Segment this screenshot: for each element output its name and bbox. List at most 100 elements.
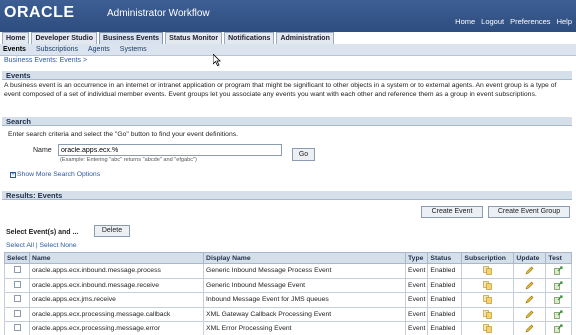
update-cell [513, 292, 547, 308]
event-name-cell[interactable]: oracle.apps.ecx.jms.receive [29, 292, 205, 308]
app-header: ORACLE Administrator Workflow Home Logou… [0, 0, 576, 32]
update-pencil-icon[interactable] [525, 295, 534, 304]
global-links: Home Logout Preferences Help [455, 17, 572, 26]
event-name-cell[interactable]: oracle.apps.ecx.processing.message.error [29, 321, 205, 335]
table-row: oracle.apps.ecx.inbound.message.process G… [3, 263, 572, 279]
home-link[interactable]: Home [455, 17, 475, 26]
mouse-cursor-icon [213, 54, 221, 66]
expand-plus-icon: + [10, 171, 16, 178]
search-section-header: Search [2, 117, 572, 126]
event-status-cell: Enabled [427, 292, 463, 308]
event-name-cell[interactable]: oracle.apps.ecx.inbound.message.process [29, 263, 205, 279]
row-select-cell [3, 321, 31, 335]
tab-administration[interactable]: Administration [276, 32, 334, 44]
column-header-type[interactable]: Type [405, 252, 429, 264]
test-event-icon[interactable] [554, 281, 563, 290]
table-row: oracle.apps.ecx.processing.message.error… [3, 321, 572, 335]
create-event-group-button[interactable]: Create Event Group [488, 206, 570, 218]
main-tabs: Home Developer Studio Business Events St… [0, 32, 576, 44]
oracle-logo: ORACLE [4, 4, 75, 21]
subtab-subscriptions[interactable]: Subscriptions [36, 46, 78, 53]
row-checkbox[interactable] [13, 266, 21, 274]
update-pencil-icon[interactable] [525, 324, 534, 333]
update-pencil-icon[interactable] [525, 266, 534, 275]
tab-notifications[interactable]: Notifications [224, 32, 275, 44]
subtab-events[interactable]: Events [3, 46, 26, 53]
subtab-agents[interactable]: Agents [88, 46, 110, 53]
subscription-icon[interactable] [483, 280, 493, 290]
create-event-button[interactable]: Create Event [421, 206, 483, 218]
event-name-cell[interactable]: oracle.apps.ecx.processing.message.callb… [29, 306, 205, 322]
subscription-icon[interactable] [483, 295, 493, 305]
event-display-name-cell: Inbound Message Event for JMS queues [203, 292, 407, 308]
event-status-cell: Enabled [427, 277, 463, 293]
sub-tabs: Events Subscriptions Agents Systems [0, 44, 576, 56]
subscription-icon[interactable] [483, 309, 493, 319]
events-section-header: Events [2, 71, 572, 80]
row-select-cell [3, 292, 31, 308]
update-cell [513, 263, 547, 279]
event-type-cell: Event [405, 263, 429, 279]
tab-home[interactable]: Home [2, 32, 30, 44]
row-checkbox[interactable] [13, 295, 21, 303]
event-display-name-cell: Generic Inbound Message Event [203, 277, 407, 293]
test-event-icon[interactable] [554, 324, 563, 334]
logout-link[interactable]: Logout [481, 17, 504, 26]
results-section-header: Results: Events [2, 191, 572, 200]
row-select-cell [3, 277, 31, 293]
row-checkbox[interactable] [13, 280, 21, 288]
help-link[interactable]: Help [557, 17, 572, 26]
subscription-icon[interactable] [483, 324, 493, 334]
select-all-link[interactable]: Select All [6, 242, 34, 249]
subscription-icon[interactable] [483, 266, 493, 276]
go-button[interactable]: Go [292, 148, 315, 161]
name-label: Name [33, 147, 52, 154]
row-checkbox[interactable] [13, 324, 21, 332]
events-results-table: Select Name Display Name Type Status Sub… [3, 252, 572, 335]
update-pencil-icon[interactable] [525, 310, 534, 319]
show-more-search-options-link[interactable]: + Show More Search Options [10, 171, 100, 178]
column-header-status[interactable]: Status [427, 252, 463, 264]
row-checkbox[interactable] [13, 309, 21, 317]
row-select-cell [3, 306, 31, 322]
tab-business-events[interactable]: Business Events [99, 32, 164, 44]
event-status-cell: Enabled [427, 263, 463, 279]
row-select-cell [3, 263, 31, 279]
name-search-input[interactable] [58, 144, 282, 156]
table-header-row: Select Name Display Name Type Status Sub… [3, 252, 572, 264]
delete-button[interactable]: Delete [94, 225, 130, 237]
preferences-link[interactable]: Preferences [510, 17, 550, 26]
select-none-link[interactable]: Select None [40, 242, 77, 249]
update-cell [513, 277, 547, 293]
event-display-name-cell: XML Error Processing Event [203, 321, 407, 335]
subscription-cell [461, 321, 515, 335]
search-example-hint: (Example: Entering "abc" returns "abcde"… [60, 157, 197, 163]
subscription-cell [461, 263, 515, 279]
update-cell [513, 306, 547, 322]
test-cell [545, 263, 572, 279]
update-pencil-icon[interactable] [525, 281, 534, 290]
test-cell [545, 306, 572, 322]
table-row: oracle.apps.ecx.processing.message.callb… [3, 306, 572, 322]
test-event-icon[interactable] [554, 266, 563, 276]
subtab-systems[interactable]: Systems [120, 46, 147, 53]
event-name-cell[interactable]: oracle.apps.ecx.inbound.message.receive [29, 277, 205, 293]
test-event-icon[interactable] [554, 310, 563, 319]
column-header-test: Test [545, 252, 572, 264]
test-cell [545, 292, 572, 308]
breadcrumb[interactable]: Business Events: Events > [4, 57, 87, 67]
tab-developer-studio[interactable]: Developer Studio [31, 32, 98, 44]
column-header-name[interactable]: Name [29, 252, 205, 264]
subscription-cell [461, 292, 515, 308]
test-event-icon[interactable] [554, 295, 563, 305]
tab-status-monitor[interactable]: Status Monitor [165, 32, 223, 44]
event-display-name-cell: XML Gateway Callback Processing Event [203, 306, 407, 322]
event-type-cell: Event [405, 321, 429, 335]
event-status-cell: Enabled [427, 321, 463, 335]
table-row: oracle.apps.ecx.jms.receive Inbound Messa… [3, 292, 572, 308]
test-cell [545, 277, 572, 293]
column-header-display-name[interactable]: Display Name [203, 252, 407, 264]
subscription-cell [461, 306, 515, 322]
column-header-update: Update [513, 252, 547, 264]
event-type-cell: Event [405, 292, 429, 308]
